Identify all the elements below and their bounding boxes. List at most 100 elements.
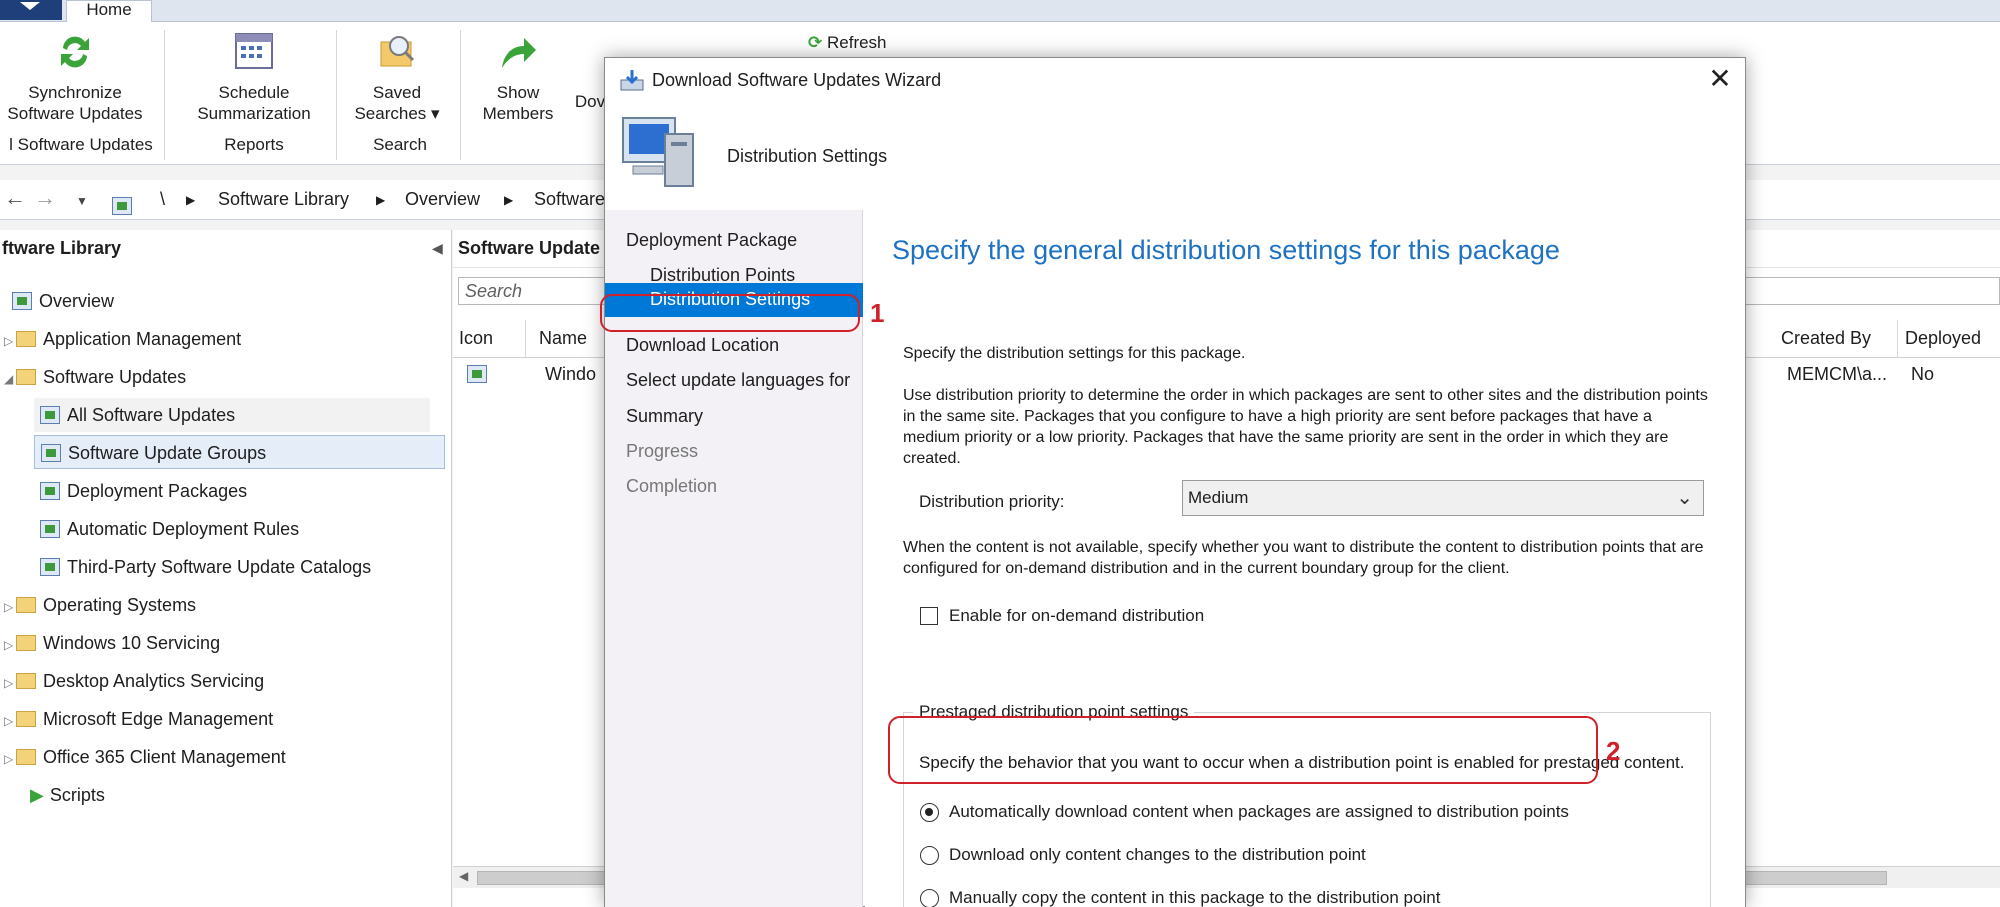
distribution-priority-select[interactable]: Medium ⌄: [1182, 480, 1704, 516]
row-deployed: No: [1911, 364, 1935, 384]
ribbon-tab-strip: Home: [0, 0, 2000, 23]
expand-icon[interactable]: ▷: [4, 324, 16, 358]
nav-application-management[interactable]: ▷ Application Management: [4, 322, 241, 356]
navigation-pane: ftware Library ◀ Overview ▷ Application M…: [0, 230, 452, 907]
synchronize-software-updates-button[interactable]: Synchronize Software Updates: [0, 28, 150, 124]
package-icon: [40, 482, 60, 500]
nav-label: Overview: [39, 291, 115, 311]
radio-manual-copy-label[interactable]: Manually copy the content in this packag…: [949, 888, 1440, 907]
step-select-update-languages[interactable]: Select update languages for: [626, 370, 850, 391]
nav-label: Desktop Analytics Servicing: [43, 671, 265, 691]
column-created-by[interactable]: Created By: [1781, 328, 1871, 349]
radio-manual-copy[interactable]: [920, 889, 939, 907]
nav-label: Operating Systems: [43, 595, 197, 615]
application-menu-button[interactable]: [0, 0, 62, 20]
refresh-button[interactable]: ⟳ Refresh: [808, 32, 887, 53]
synchronize-label: Synchronize Software Updates: [7, 83, 143, 123]
history-dropdown-icon[interactable]: ▼: [76, 194, 88, 208]
saved-search-icon: [380, 36, 415, 67]
nav-all-software-updates[interactable]: All Software Updates: [34, 398, 430, 432]
overview-icon: [12, 292, 32, 310]
nav-scripts[interactable]: ▶ Scripts: [30, 778, 105, 812]
expand-icon[interactable]: ▷: [4, 666, 16, 700]
folder-icon: [16, 635, 36, 651]
breadcrumb-software[interactable]: Software: [534, 189, 605, 210]
nav-label: Office 365 Client Management: [43, 747, 286, 767]
expand-icon[interactable]: ▷: [4, 628, 16, 662]
column-separator[interactable]: [1897, 320, 1898, 358]
back-arrow-icon[interactable]: ←: [4, 185, 26, 211]
column-name[interactable]: Name: [539, 328, 587, 349]
collapse-pane-icon[interactable]: ◀: [432, 240, 443, 257]
nav-software-update-groups[interactable]: Software Update Groups: [34, 435, 445, 469]
on-demand-help-text: When the content is not available, speci…: [903, 539, 1704, 577]
column-icon[interactable]: Icon: [459, 328, 493, 349]
radio-download-changes-only-label[interactable]: Download only content changes to the dis…: [949, 845, 1366, 865]
expand-icon[interactable]: ▷: [4, 742, 16, 776]
step-download-location[interactable]: Download Location: [626, 335, 779, 356]
breadcrumb-software-library[interactable]: Software Library: [218, 189, 349, 210]
nav-operating-systems[interactable]: ▷ Operating Systems: [4, 588, 196, 622]
rule-icon: [40, 520, 60, 538]
on-demand-checkbox[interactable]: [920, 607, 938, 625]
expand-icon[interactable]: ▷: [4, 704, 16, 738]
wizard-body: Specify the general distribution setting…: [865, 210, 1745, 907]
radio-download-changes-only[interactable]: [920, 846, 939, 865]
collapse-icon[interactable]: ◢: [4, 362, 16, 396]
row-package-icon: [467, 364, 494, 385]
breadcrumb-separator-icon: ▶: [186, 193, 196, 207]
nav-desktop-analytics-servicing[interactable]: ▷ Desktop Analytics Servicing: [4, 664, 264, 698]
updates-icon: [40, 406, 60, 424]
sync-icon: [61, 36, 89, 68]
nav-windows-10-servicing[interactable]: ▷ Windows 10 Servicing: [4, 626, 220, 660]
nav-label: All Software Updates: [67, 405, 236, 425]
radio-auto-download-label[interactable]: Automatically download content when pack…: [949, 802, 1569, 822]
annotation-box-2: [888, 716, 1598, 784]
show-members-button[interactable]: Show Members: [476, 28, 560, 124]
show-members-label: Show Members: [482, 83, 554, 123]
wizard-banner: Distribution Settings: [605, 102, 1745, 210]
nav-deployment-packages[interactable]: Deployment Packages: [40, 474, 247, 508]
annotation-box-1: [600, 294, 860, 332]
sccm-console: Home Synchronize Software Updates Schedu…: [0, 0, 2000, 907]
nav-label: Automatic Deployment Rules: [67, 519, 300, 539]
download-button-partial[interactable]: Dov: [572, 91, 608, 112]
on-demand-checkbox-label[interactable]: Enable for on-demand distribution: [949, 606, 1204, 626]
tab-home[interactable]: Home: [66, 0, 152, 23]
radio-auto-download[interactable]: [920, 803, 939, 822]
breadcrumb-separator-icon: ▶: [376, 193, 386, 207]
chevron-down-icon: ⌄: [1676, 487, 1693, 509]
group-label-search: Search: [373, 135, 427, 154]
breadcrumb-separator-icon: ▶: [504, 193, 514, 207]
ribbon-separator: [336, 30, 337, 160]
nav-microsoft-edge-management[interactable]: ▷ Microsoft Edge Management: [4, 702, 273, 736]
nav-overview[interactable]: Overview: [12, 284, 114, 318]
folder-icon: [16, 331, 36, 347]
step-progress: Progress: [626, 441, 699, 461]
step-deployment-package[interactable]: Deployment Package: [626, 230, 797, 251]
breadcrumb-root[interactable]: \: [160, 189, 165, 210]
expand-icon[interactable]: ▷: [4, 590, 16, 624]
annotation-number-2: 2: [1606, 736, 1621, 766]
annotation-number-1: 1: [870, 298, 885, 328]
breadcrumb-overview[interactable]: Overview: [405, 189, 480, 210]
saved-searches-button[interactable]: Saved Searches ▾: [352, 28, 442, 124]
wizard-banner-title: Distribution Settings: [727, 146, 888, 166]
nav-third-party-catalogs[interactable]: Third-Party Software Update Catalogs: [40, 550, 371, 584]
ribbon-separator: [164, 30, 165, 160]
nav-label: Software Update Groups: [68, 443, 267, 463]
nav-label: Microsoft Edge Management: [43, 709, 274, 729]
scroll-left-icon[interactable]: ◀: [459, 869, 468, 883]
column-deployed[interactable]: Deployed: [1905, 328, 1981, 349]
group-label-reports: Reports: [224, 135, 284, 154]
nav-label: Deployment Packages: [67, 481, 248, 501]
nav-office-365-client-management[interactable]: ▷ Office 365 Client Management: [4, 740, 286, 774]
close-button[interactable]: ✕: [1703, 64, 1737, 96]
forward-arrow-icon[interactable]: →: [34, 185, 56, 211]
nav-software-updates[interactable]: ◢ Software Updates: [4, 360, 186, 394]
schedule-summarization-button[interactable]: Schedule Summarization: [184, 28, 324, 124]
step-summary[interactable]: Summary: [626, 406, 703, 427]
nav-automatic-deployment-rules[interactable]: Automatic Deployment Rules: [40, 512, 299, 546]
folder-icon: [16, 749, 36, 765]
column-separator[interactable]: [525, 320, 526, 358]
